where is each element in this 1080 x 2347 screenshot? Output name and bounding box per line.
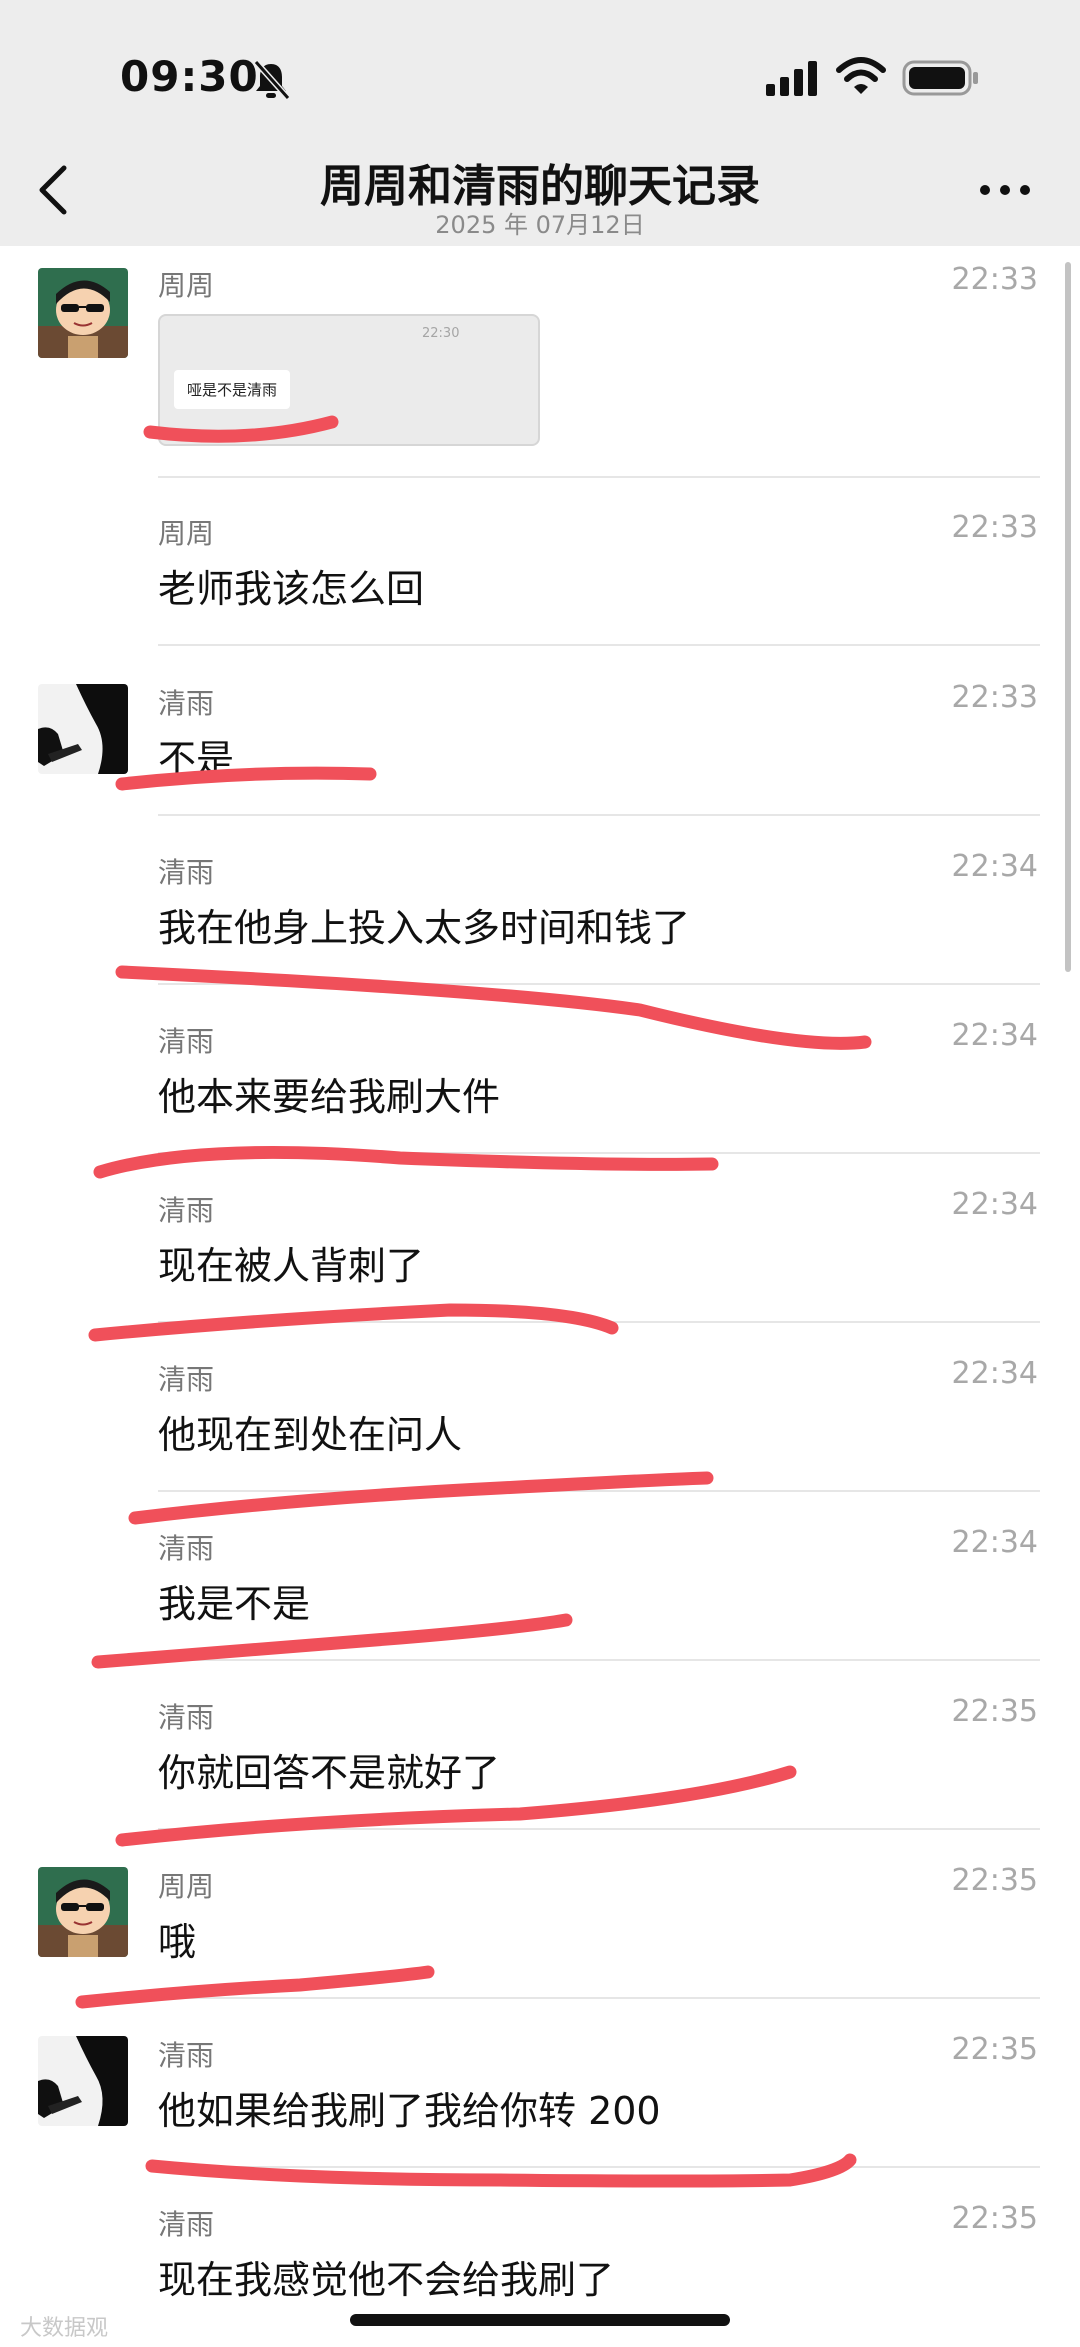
cartoon-avatar-icon [38,1867,128,1957]
battery-icon [902,60,978,96]
divider [158,1490,1040,1492]
message-time: 22:33 [951,510,1038,545]
message-text: 老师我该怎么回 [158,567,425,611]
sender-name: 清雨 [158,1363,215,1396]
message-text: 现在我感觉他不会给我刷了 [158,2258,615,2302]
message-text: 他现在到处在问人 [158,1413,463,1457]
sender-name: 清雨 [158,856,215,889]
sender-name: 清雨 [158,1532,215,1565]
signal-icon [766,61,817,96]
message-time: 22:35 [951,2201,1038,2236]
top-bar: 09:30 周周和清雨的聊天记录 2025 年 07月12日 [0,0,1080,246]
sender-name: 清雨 [158,687,215,720]
divider [158,814,1040,816]
image-time: 22:30 [422,326,460,341]
avatar-zhouzhou[interactable] [38,268,128,358]
message-time: 22:34 [951,1525,1038,1560]
divider [158,476,1040,478]
sender-name: 周周 [158,1870,215,1903]
image-message[interactable]: 22:30 哑是不是清雨 [158,314,540,446]
message-row[interactable]: 清雨 22:34 他本来要给我刷大件 [0,1018,1080,1154]
message-text: 哦 [158,1920,197,1964]
divider [158,644,1040,646]
message-row[interactable]: 清雨 22:34 我是不是 [0,1525,1080,1661]
divider [158,2166,1040,2168]
message-row[interactable]: 清雨 22:34 我在他身上投入太多时间和钱了 [0,849,1080,985]
message-text: 他本来要给我刷大件 [158,1075,501,1119]
message-time: 22:35 [951,1863,1038,1898]
avatar-qingyu[interactable] [38,2036,128,2126]
sender-name: 清雨 [158,1194,215,1227]
status-time: 09:30 [120,52,259,101]
divider [158,1828,1040,1830]
message-row[interactable]: 周周 22:33 老师我该怎么回 [0,510,1080,646]
sender-name: 清雨 [158,2039,215,2072]
bell-off-icon [253,60,290,100]
divider [158,983,1040,985]
home-indicator[interactable] [350,2314,730,2326]
message-row[interactable]: 清雨 22:34 他现在到处在问人 [0,1356,1080,1492]
bw-photo-avatar-icon [38,2036,128,2126]
message-time: 22:35 [951,2032,1038,2067]
avatar-zhouzhou[interactable] [38,1867,128,1957]
chat-date: 2025 年 07月12日 [435,211,645,239]
message-time: 22:34 [951,1356,1038,1391]
message-time: 22:33 [951,262,1038,297]
message-text: 你就回答不是就好了 [158,1751,501,1795]
message-text: 我在他身上投入太多时间和钱了 [158,906,691,950]
message-time: 22:34 [951,1187,1038,1222]
more-options-button[interactable] [975,170,1035,210]
message-row[interactable]: 清雨 22:33 不是 [0,680,1080,816]
sender-name: 清雨 [158,1701,215,1734]
message-text: 现在被人背刺了 [158,1244,425,1288]
message-time: 22:35 [951,1694,1038,1729]
message-text: 我是不是 [158,1582,311,1626]
message-time: 22:33 [951,680,1038,715]
divider [158,1997,1040,1999]
sender-name: 清雨 [158,2208,215,2241]
watermark: 大数据观 [20,2316,109,2341]
message-text: 他如果给我刷了我给你转 200 [158,2089,661,2133]
divider [158,1321,1040,1323]
sender-name: 周周 [158,517,215,550]
sender-name: 周周 [158,269,215,302]
sender-name: 清雨 [158,1025,215,1058]
message-row[interactable]: 清雨 22:35 你就回答不是就好了 [0,1694,1080,1830]
divider [158,1659,1040,1661]
avatar-qingyu[interactable] [38,684,128,774]
message-row[interactable]: 周周 22:35 哦 [0,1863,1080,1999]
scrollbar[interactable] [1065,262,1071,972]
bw-photo-avatar-icon [38,684,128,774]
message-text: 不是 [158,737,235,781]
message-time: 22:34 [951,1018,1038,1053]
message-row[interactable]: 清雨 22:34 现在被人背刺了 [0,1187,1080,1323]
wifi-icon [836,57,886,94]
divider [158,1152,1040,1154]
cartoon-avatar-icon [38,268,128,358]
message-row[interactable]: 清雨 22:35 他如果给我刷了我给你转 200 [0,2032,1080,2168]
image-text-bubble: 哑是不是清雨 [174,370,291,409]
message-time: 22:34 [951,849,1038,884]
message-row[interactable]: 周周 22:33 22:30 哑是不是清雨 [0,262,1080,482]
